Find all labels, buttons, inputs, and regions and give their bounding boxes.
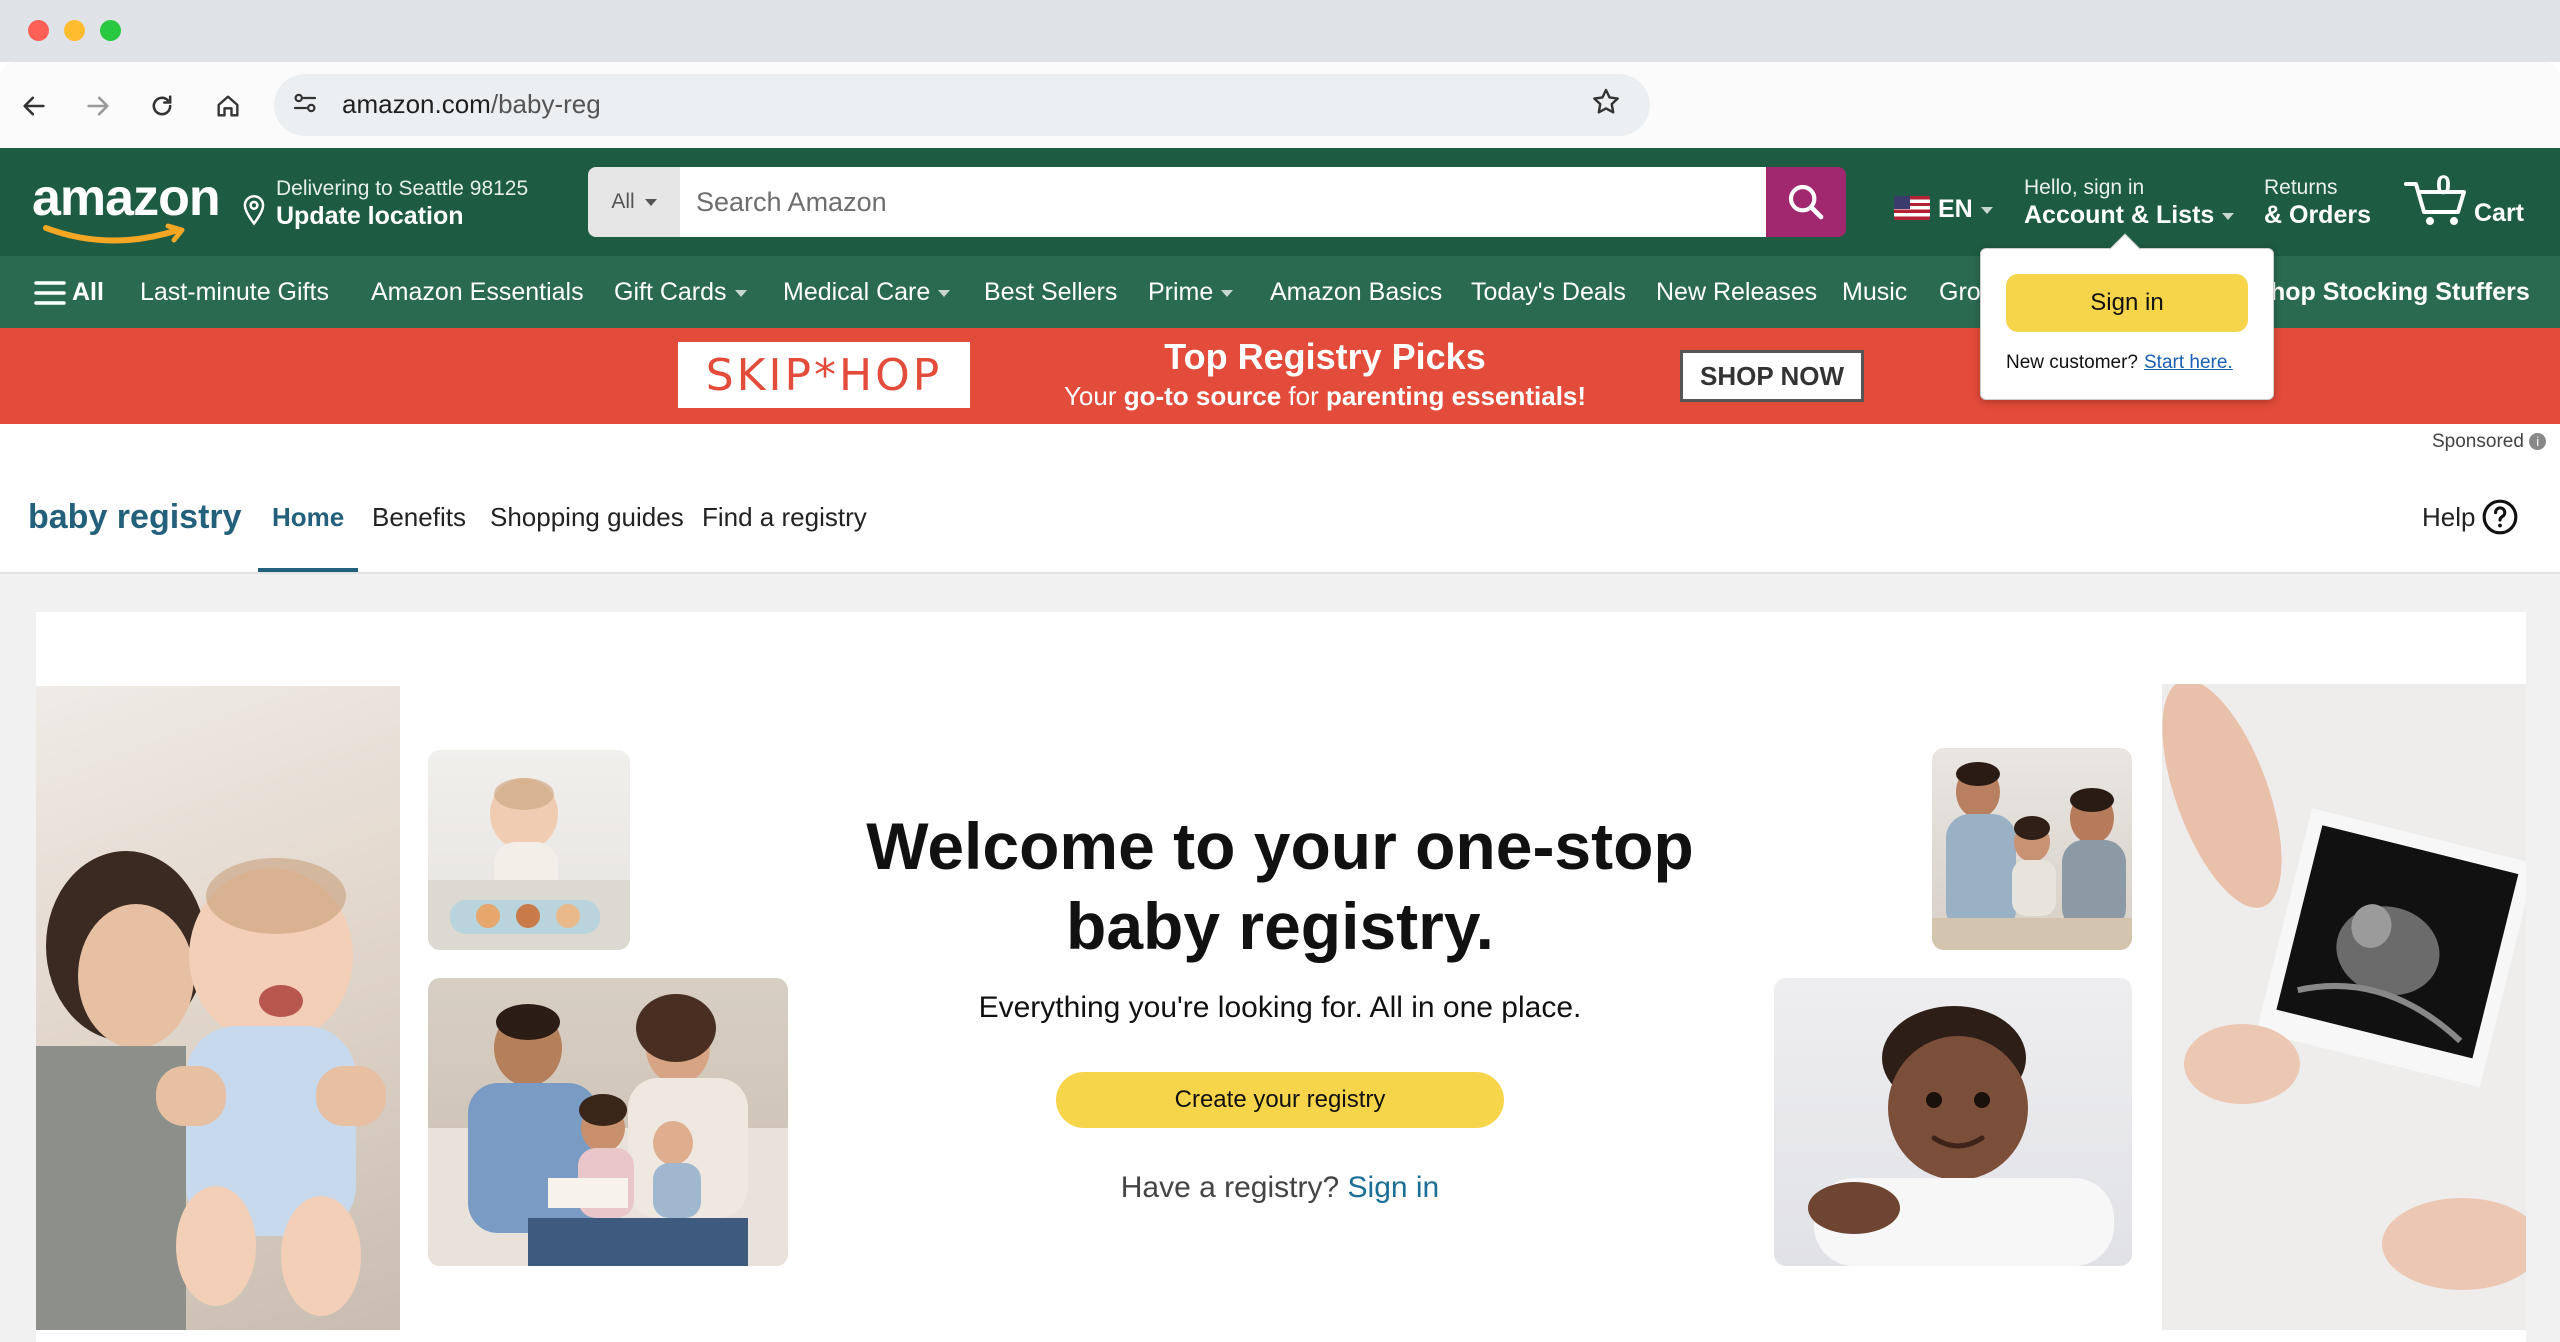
banner-title: Top Registry Picks — [1164, 336, 1486, 377]
close-window-button[interactable] — [28, 20, 49, 41]
tab-find-a-registry[interactable]: Find a registry — [702, 500, 867, 534]
sponsored-label[interactable]: Sponsored i — [2432, 430, 2547, 454]
language-selector[interactable]: EN — [1938, 194, 1993, 224]
home-button[interactable] — [206, 84, 250, 128]
subnav-amazon-basics[interactable]: Amazon Basics — [1270, 256, 1442, 328]
family-reading-photo — [428, 978, 788, 1266]
search-input[interactable] — [680, 167, 1766, 237]
chevron-down-icon — [2222, 212, 2235, 220]
chevron-down-icon — [938, 289, 951, 297]
subnav-new-releases[interactable]: New Releases — [1656, 256, 1817, 328]
shop-now-button[interactable]: SHOP NOW — [1680, 350, 1864, 402]
skiphop-logo[interactable]: SKIP*HOP — [678, 342, 970, 408]
dad-kids-photo — [1932, 748, 2132, 950]
browser-titlebar — [0, 0, 2560, 62]
home-icon — [217, 95, 239, 117]
baby-high-chair-photo — [428, 750, 630, 950]
subnav-best-sellers[interactable]: Best Sellers — [984, 256, 1117, 328]
subnav-last-minute-gifts[interactable]: Last-minute Gifts — [140, 256, 329, 328]
subnav-medical-care[interactable]: Medical Care — [783, 256, 951, 328]
tab-benefits[interactable]: Benefits — [372, 500, 466, 534]
subnav-prime[interactable]: Prime — [1148, 256, 1234, 328]
amazon-smile-icon — [43, 223, 185, 244]
all-menu-button[interactable]: All — [34, 256, 104, 328]
tab-home[interactable]: Home — [272, 500, 344, 534]
address-url[interactable]: amazon.com/baby-reg — [342, 86, 601, 122]
have-registry-text: Have a registry? Sign in — [1120, 1171, 1440, 1204]
forward-button[interactable] — [76, 84, 120, 128]
create-registry-button[interactable]: Create your registry — [1056, 1072, 1504, 1128]
smiling-baby-photo — [1774, 978, 2132, 1266]
back-button[interactable] — [12, 84, 56, 128]
active-tab-indicator — [258, 568, 358, 572]
orders-link[interactable]: & Orders — [2264, 200, 2371, 230]
hello-signin-text[interactable]: Hello, sign in — [2024, 176, 2144, 200]
returns-text[interactable]: Returns — [2264, 176, 2338, 200]
arrow-left-icon — [23, 96, 45, 116]
popover-sign-in-button[interactable]: Sign in — [2006, 274, 2248, 332]
amazon-logo[interactable]: amazon — [32, 170, 221, 226]
mother-baby-photo — [36, 686, 400, 1330]
banner-subtitle: Your go-to source for parenting essentia… — [1063, 381, 1587, 411]
chevron-down-icon — [644, 198, 657, 206]
delivery-address[interactable]: Delivering to Seattle 98125 — [276, 176, 528, 202]
account-lists-menu[interactable]: Account & Lists — [2024, 200, 2235, 230]
cart-label: Cart — [2474, 199, 2525, 227]
update-location-link[interactable]: Update location — [276, 201, 464, 231]
ultrasound-photo — [2162, 684, 2526, 1330]
help-question-icon — [2483, 499, 2518, 535]
search-category-select[interactable]: All — [588, 167, 680, 237]
hero-title: Welcome to your one-stop baby registry. — [866, 809, 1694, 963]
hero-sign-in-link[interactable]: Sign in — [1348, 1171, 1440, 1204]
tab-shopping-guides[interactable]: Shopping guides — [490, 500, 684, 534]
chevron-down-icon — [734, 289, 747, 297]
hero-tagline: Everything you're looking for. All in on… — [978, 991, 1582, 1024]
us-flag-icon — [1894, 196, 1930, 220]
site-settings-icon[interactable] — [290, 88, 320, 123]
help-label: Help — [2422, 502, 2476, 532]
hamburger-menu-icon — [34, 281, 66, 306]
location-pin-icon — [243, 195, 265, 226]
bookmark-star-icon[interactable] — [1590, 86, 1622, 123]
search-category-label: All — [611, 190, 635, 213]
help-link[interactable]: Help — [2422, 496, 2519, 538]
subnav-gift-cards[interactable]: Gift Cards — [614, 256, 747, 328]
reload-icon — [152, 95, 172, 116]
maximize-window-button[interactable] — [100, 20, 121, 41]
chevron-down-icon — [1980, 206, 1993, 214]
search-button[interactable] — [1766, 167, 1846, 237]
subnav-music[interactable]: Music — [1842, 256, 1907, 328]
start-here-link[interactable]: Start here. — [2144, 352, 2233, 373]
subnav-todays-deals[interactable]: Today's Deals — [1471, 256, 1626, 328]
arrow-right-icon — [87, 96, 109, 116]
reload-button[interactable] — [140, 84, 184, 128]
baby-registry-brand[interactable]: baby registry — [28, 496, 242, 538]
new-customer-text: New customer? Start here. — [2006, 352, 2233, 373]
chevron-down-icon — [1221, 289, 1234, 297]
hero-card — [36, 612, 2526, 1342]
subnav-grocery[interactable]: Gro — [1939, 256, 1981, 328]
info-icon[interactable]: i — [2529, 433, 2547, 451]
cart-button[interactable]: 0 Cart — [2404, 170, 2530, 236]
cart-count: 0 — [2436, 170, 2452, 200]
subnav-stocking-stuffers[interactable]: hop Stocking Stuffers — [2270, 256, 2530, 328]
search-icon — [1788, 184, 1824, 220]
subnav-amazon-essentials[interactable]: Amazon Essentials — [371, 256, 584, 328]
minimize-window-button[interactable] — [64, 20, 85, 41]
